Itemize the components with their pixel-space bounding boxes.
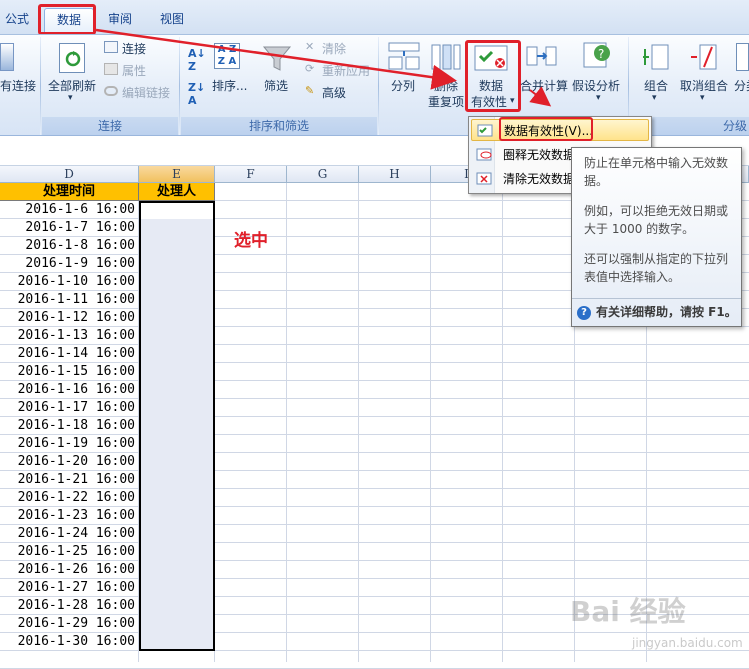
tooltip-text-2: 例如，可以拒绝无效日期或大于 1000 的数字。 <box>584 204 729 236</box>
circle-invalid-icon <box>476 147 492 163</box>
tooltip-help-text: 有关详细帮助，请按 F1。 <box>596 305 737 319</box>
tooltip-help: ? 有关详细帮助，请按 F1。 <box>572 298 741 326</box>
data-validation-tooltip: 防止在单元格中输入无效数据。 例如，可以拒绝无效日期或大于 1000 的数字。 … <box>571 147 742 327</box>
tooltip-text-1: 防止在单元格中输入无效数据。 <box>584 156 729 188</box>
arrow-to-validation <box>95 28 457 90</box>
menu-item-label: 清除无效数据 <box>503 172 576 186</box>
tooltip-text-3: 还可以强制从指定的下拉列表值中选择输入。 <box>584 252 729 284</box>
baidu-watermark-url: jingyan.baidu.com <box>632 636 743 650</box>
baidu-watermark: Bai 经验 <box>570 595 686 628</box>
data-validation-icon <box>477 123 493 139</box>
menu-item-label: 圈释无效数据 <box>503 148 576 162</box>
arrow-to-menu <box>529 86 552 107</box>
clear-invalid-icon <box>476 171 492 187</box>
help-icon: ? <box>577 306 591 320</box>
annotation-arrows <box>95 28 552 107</box>
highlight-menu-item <box>499 117 593 141</box>
